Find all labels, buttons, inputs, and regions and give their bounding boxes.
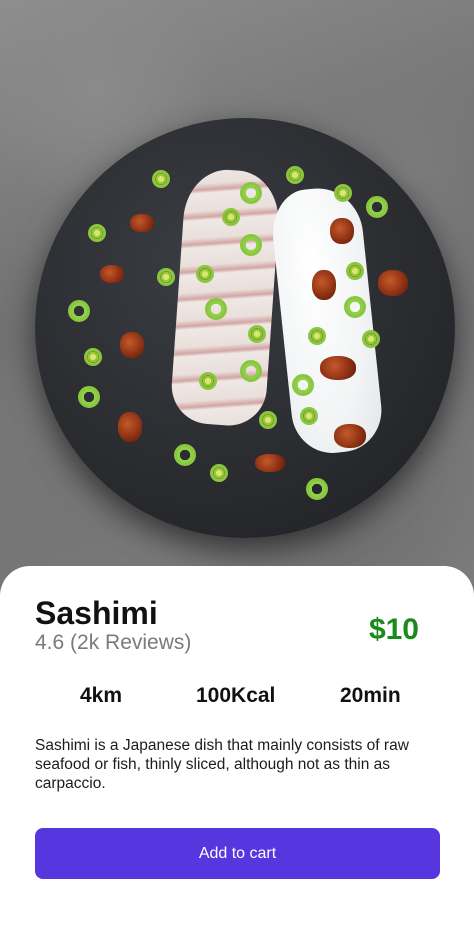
- jalapeno-slice: [259, 411, 277, 429]
- green-pepper-ring: [240, 234, 262, 256]
- dried-date-piece: [100, 265, 124, 283]
- jalapeno-slice: [222, 208, 240, 226]
- jalapeno-slice: [152, 170, 170, 188]
- jalapeno-slice: [210, 464, 228, 482]
- jalapeno-slice: [199, 372, 217, 390]
- green-pepper-ring: [240, 360, 262, 382]
- dried-date-piece: [312, 270, 336, 300]
- product-price: $10: [368, 613, 419, 646]
- jalapeno-slice: [362, 330, 380, 348]
- dried-date-piece: [334, 424, 366, 448]
- add-to-cart-button[interactable]: Add to cart: [35, 828, 440, 879]
- dried-date-piece: [320, 356, 356, 380]
- green-pepper-ring: [344, 296, 366, 318]
- jalapeno-slice: [84, 348, 102, 366]
- jalapeno-slice: [248, 325, 266, 343]
- product-stats: 4km 100Kcal 20min: [35, 682, 439, 712]
- product-detail-screen: Sashimi 4.6 (2k Reviews) $10 4km 100Kcal…: [0, 0, 474, 940]
- distance-stat: 4km: [80, 684, 123, 707]
- product-info-card: Sashimi 4.6 (2k Reviews) $10 4km 100Kcal…: [0, 566, 474, 940]
- green-pepper-ring: [205, 298, 227, 320]
- dried-date-piece: [378, 270, 408, 296]
- jalapeno-slice: [286, 166, 304, 184]
- fish-slices-left: [169, 166, 282, 429]
- green-pepper-ring: [292, 374, 314, 396]
- green-pepper-ring: [240, 182, 262, 204]
- hero-food-image: [0, 0, 474, 600]
- jalapeno-slice: [196, 265, 214, 283]
- dried-date-piece: [120, 332, 144, 358]
- jalapeno-slice: [300, 407, 318, 425]
- product-title: Sashimi: [35, 595, 158, 631]
- green-pepper-ring: [174, 444, 196, 466]
- jalapeno-slice: [157, 268, 175, 286]
- jalapeno-slice: [334, 184, 352, 202]
- jalapeno-slice: [346, 262, 364, 280]
- green-pepper-ring: [78, 386, 100, 408]
- dried-date-piece: [255, 454, 285, 472]
- green-pepper-ring: [68, 300, 90, 322]
- jalapeno-slice: [88, 224, 106, 242]
- time-stat: 20min: [340, 684, 401, 707]
- product-description: Sashimi is a Japanese dish that mainly c…: [35, 737, 409, 792]
- dried-date-piece: [330, 218, 354, 244]
- rating-reviews: 4.6 (2k Reviews): [35, 631, 192, 654]
- dried-date-piece: [130, 214, 154, 232]
- dried-date-piece: [118, 412, 142, 442]
- green-pepper-ring: [306, 478, 328, 500]
- green-pepper-ring: [366, 196, 388, 218]
- calories-stat: 100Kcal: [196, 684, 276, 707]
- jalapeno-slice: [308, 327, 326, 345]
